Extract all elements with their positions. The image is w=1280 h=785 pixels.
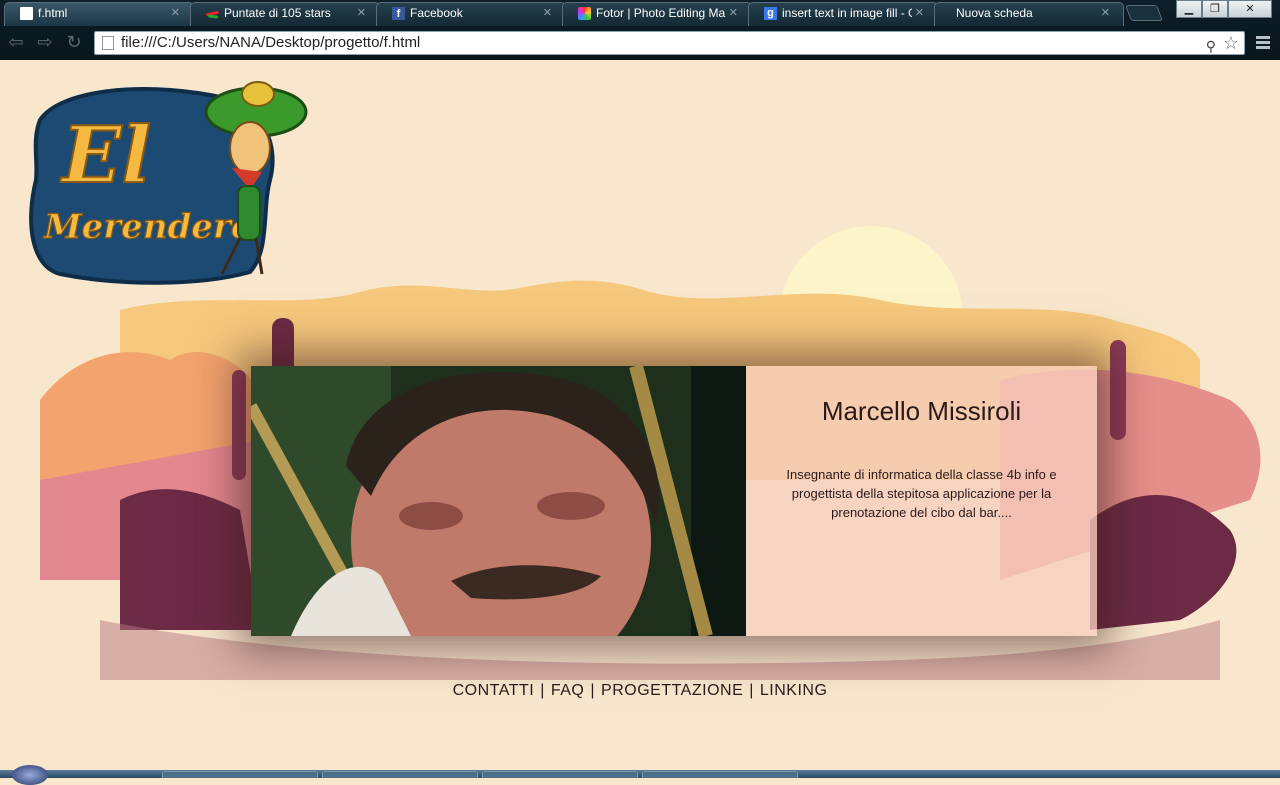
logo-text-merendero: Merendero [43,207,254,247]
facebook-icon: f [392,7,405,20]
el-merendero-logo[interactable]: El Merendero [29,81,308,285]
tab-puntate[interactable]: Puntate di 105 stars ✕ [190,2,380,26]
close-window-button[interactable]: ✕ [1228,0,1272,18]
stars-icon [206,7,219,20]
profile-card: Marcello Missiroli Insegnante di informa… [251,366,1097,636]
close-tab-icon[interactable]: ✕ [171,2,180,24]
taskbar-button[interactable] [322,771,478,778]
forward-arrow-icon[interactable]: ⇨ [35,33,55,53]
profile-bio: Insegnante di informatica della classe 4… [786,467,1057,520]
cactus-right [1110,340,1126,440]
tab-nuova-scheda[interactable]: Nuova scheda ✕ [934,2,1124,26]
left-maroon-bush [120,489,260,630]
close-tab-icon[interactable]: ✕ [1101,2,1110,24]
tab-fotor[interactable]: Fotor | Photo Editing Ma ✕ [562,2,752,26]
mascot-face [229,121,271,175]
restore-button[interactable]: ❐ [1202,0,1228,18]
profile-info: Marcello Missiroli Insegnante di informa… [746,366,1097,636]
close-tab-icon[interactable]: ✕ [357,2,366,24]
browser-chrome: f.html ✕ Puntate di 105 stars ✕ f Facebo… [0,0,1280,60]
footer-nav: CONTATTI | FAQ | PROGETTAZIONE | LINKING [0,682,1280,700]
url-text: file:///C:/Users/NANA/Desktop/progetto/f… [121,34,421,51]
document-icon [20,7,33,20]
footer-separator: | [590,682,596,699]
footer-separator: | [749,682,754,699]
cactus-left-small [232,370,246,480]
window-controls: ▁ ❐ ✕ [1176,0,1272,18]
profile-name: Marcello Missiroli [821,396,1022,426]
taskbar-button[interactable] [162,771,318,778]
tab-facebook[interactable]: f Facebook ✕ [376,2,566,26]
google-icon: g [764,7,777,20]
profile-photo [251,366,746,636]
menu-icon[interactable] [1256,36,1270,50]
tab-google[interactable]: g insert text in image fill - G ✕ [748,2,938,26]
logo-text-el: El [60,110,151,201]
link-faq[interactable]: FAQ [551,682,585,699]
close-tab-icon[interactable]: ✕ [729,2,738,24]
back-arrow-icon[interactable]: ⇦ [6,33,26,53]
page-icon [102,36,114,50]
address-bar[interactable]: file:///C:/Users/NANA/Desktop/progetto/f… [94,31,1245,55]
close-tab-icon[interactable]: ✕ [915,2,924,24]
taskbar-button[interactable] [642,771,798,778]
tab-f-html[interactable]: f.html ✕ [4,2,194,26]
fotor-icon [578,7,591,20]
link-contatti[interactable]: CONTATTI [453,682,535,699]
taskbar-button[interactable] [482,771,638,778]
minimize-button[interactable]: ▁ [1176,0,1202,18]
link-linking[interactable]: LINKING [760,682,828,699]
close-tab-icon[interactable]: ✕ [543,2,552,24]
search-icon[interactable]: ⚲ [1206,35,1216,57]
start-button[interactable] [12,765,48,785]
reload-icon[interactable]: ↻ [64,33,84,53]
bookmark-star-icon[interactable]: ☆ [1223,32,1239,54]
link-progettazione[interactable]: PROGETTAZIONE [601,682,743,699]
web-page: El Merendero Marcello Missiroli Insegnan… [0,60,1280,770]
footer-separator: | [540,682,545,699]
tab-strip: f.html ✕ Puntate di 105 stars ✕ f Facebo… [0,0,1180,26]
right-maroon-bush [1090,495,1237,630]
new-tab-button[interactable] [1125,5,1163,21]
